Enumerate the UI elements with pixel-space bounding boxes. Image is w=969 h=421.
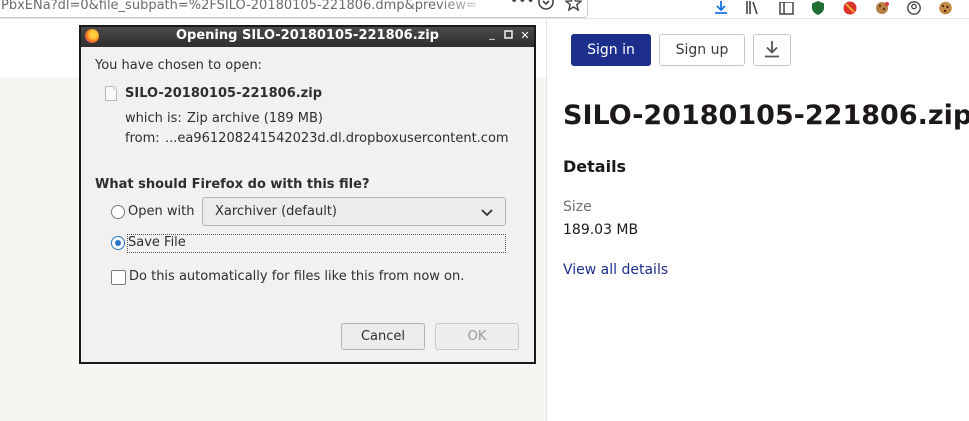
chevron-down-icon	[481, 204, 493, 223]
cookie-icon[interactable]	[936, 0, 954, 16]
chosen-to-open-label: You have chosen to open:	[95, 58, 263, 73]
library-icon[interactable]	[744, 0, 762, 16]
account-icon[interactable]	[905, 0, 923, 16]
sidebar-icon[interactable]	[777, 0, 795, 16]
details-heading: Details	[563, 157, 627, 176]
size-value: 189.03 MB	[563, 222, 639, 238]
open-with-label[interactable]: Open with	[128, 204, 194, 219]
sign-up-button[interactable]: Sign up	[659, 34, 745, 66]
save-file-label[interactable]: Save File	[128, 235, 186, 250]
more-icon[interactable]: •••	[510, 0, 535, 8]
auto-action-checkbox[interactable]	[111, 270, 126, 285]
size-label: Size	[563, 199, 592, 215]
from-value: ...ea961208241542023d.dl.dropboxusercont…	[165, 131, 509, 146]
url-bar[interactable]: PbxENa?dl=0&file_subpath=%2FSILO-2018010…	[0, 0, 588, 18]
extension-cookie-icon[interactable]	[873, 0, 891, 16]
dialog-titlebar[interactable]: Opening SILO-20180105-221806.zip _ ✕	[81, 27, 534, 47]
download-button[interactable]	[753, 34, 791, 66]
file-icon	[105, 86, 117, 101]
file-title: SILO-20180105-221806.zip	[563, 100, 969, 131]
close-icon[interactable]: ✕	[518, 29, 532, 43]
pocket-icon[interactable]	[538, 0, 554, 13]
minimize-icon[interactable]: _	[485, 27, 499, 41]
sign-in-button[interactable]: Sign in	[571, 34, 651, 66]
extension-block-icon[interactable]	[841, 0, 859, 16]
extension-shield-icon[interactable]	[809, 0, 827, 16]
which-is-value: Zip archive (189 MB)	[187, 111, 323, 126]
dialog-title: Opening SILO-20180105-221806.zip	[176, 28, 439, 43]
open-with-radio[interactable]	[111, 205, 125, 219]
download-arrow-icon[interactable]	[712, 0, 730, 16]
bookmark-star-icon[interactable]	[564, 0, 583, 14]
url-text[interactable]: PbxENa?dl=0&file_subpath=%2FSILO-2018010…	[1, 0, 477, 13]
view-all-details-link[interactable]: View all details	[563, 262, 668, 278]
open-with-app-select[interactable]: Xarchiver (default)	[202, 197, 506, 226]
ok-button[interactable]: OK	[435, 323, 519, 350]
cancel-button[interactable]: Cancel	[341, 323, 425, 350]
maximize-icon[interactable]	[501, 29, 515, 43]
url-fade	[437, 0, 497, 17]
auto-action-label[interactable]: Do this automatically for files like thi…	[129, 269, 464, 284]
which-is-label: which is:	[125, 111, 182, 126]
column-divider	[546, 19, 547, 421]
open-with-app-value: Xarchiver (default)	[215, 204, 337, 219]
file-name: SILO-20180105-221806.zip	[125, 86, 323, 101]
action-question: What should Firefox do with this file?	[95, 177, 370, 192]
download-icon	[764, 40, 780, 61]
save-file-radio[interactable]	[111, 236, 125, 250]
browser-toolbar	[700, 0, 969, 18]
from-label: from:	[125, 131, 160, 146]
open-file-dialog: Opening SILO-20180105-221806.zip _ ✕ You…	[79, 25, 536, 364]
